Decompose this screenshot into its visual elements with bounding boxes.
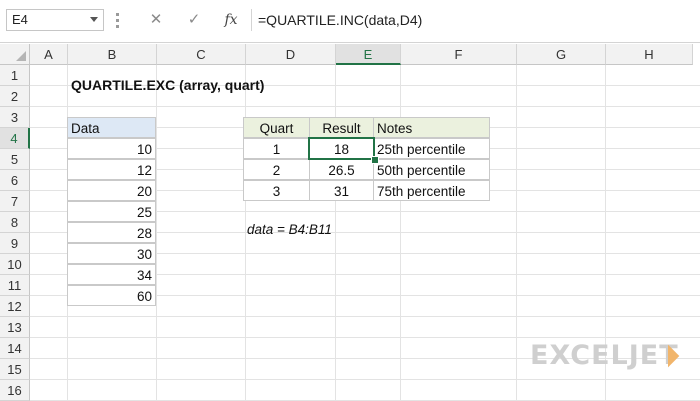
column-header-h[interactable]: H: [606, 44, 693, 65]
data-value-cell[interactable]: 34: [67, 264, 156, 285]
enter-button[interactable]: ✓: [181, 9, 207, 31]
name-box[interactable]: E4: [6, 9, 104, 31]
note-value-cell[interactable]: 50th percentile: [373, 159, 490, 180]
select-all-button[interactable]: [0, 44, 30, 65]
row-header-9[interactable]: 9: [0, 233, 30, 254]
gridline-horizontal: [30, 379, 700, 380]
formula-bar: E4 ✕ ✓ fx =QUARTILE.INC(data,D4): [0, 0, 700, 43]
row-header-14[interactable]: 14: [0, 338, 30, 359]
insert-function-button[interactable]: fx: [218, 9, 244, 31]
column-header-c[interactable]: C: [157, 44, 246, 65]
result-header-cell[interactable]: Result: [309, 117, 374, 138]
data-header-cell[interactable]: Data: [67, 117, 156, 138]
row-header-16[interactable]: 16: [0, 380, 30, 401]
active-cell-border[interactable]: [308, 137, 375, 160]
data-value-cell[interactable]: 25: [67, 201, 156, 222]
drag-handle-icon[interactable]: [115, 10, 121, 30]
row-header-2[interactable]: 2: [0, 86, 30, 107]
gridline-horizontal: [30, 106, 700, 107]
column-header-g[interactable]: G: [517, 44, 606, 65]
data-value-cell[interactable]: 20: [67, 180, 156, 201]
column-header-d[interactable]: D: [246, 44, 336, 65]
gridline-horizontal: [30, 316, 700, 317]
quart-header-cell[interactable]: Quart: [243, 117, 310, 138]
named-range-note-cell[interactable]: data = B4:B11: [244, 219, 384, 240]
row-header-7[interactable]: 7: [0, 191, 30, 212]
gridline-horizontal: [30, 337, 700, 338]
row-header-4[interactable]: 4: [0, 128, 30, 149]
select-all-icon: [16, 51, 26, 61]
row-header-1[interactable]: 1: [0, 65, 30, 86]
quart-value-cell[interactable]: 2: [243, 159, 310, 180]
column-header-e[interactable]: E: [336, 44, 401, 65]
column-header-f[interactable]: F: [401, 44, 517, 65]
data-value-cell[interactable]: 10: [67, 138, 156, 159]
notes-header-cell[interactable]: Notes: [373, 117, 490, 138]
quart-value-cell[interactable]: 1: [243, 138, 310, 159]
quart-value-cell[interactable]: 3: [243, 180, 310, 201]
data-value-cell[interactable]: 12: [67, 159, 156, 180]
data-value-cell[interactable]: 60: [67, 285, 156, 306]
fill-handle[interactable]: [371, 156, 379, 164]
row-header-13[interactable]: 13: [0, 317, 30, 338]
data-value-cell[interactable]: 30: [67, 243, 156, 264]
row-header-11[interactable]: 11: [0, 275, 30, 296]
data-value-cell[interactable]: 28: [67, 222, 156, 243]
sheet-title-cell[interactable]: QUARTILE.EXC (array, quart): [68, 75, 328, 96]
row-header-12[interactable]: 12: [0, 296, 30, 317]
result-value-cell[interactable]: 26.5: [309, 159, 374, 180]
note-value-cell[interactable]: 25th percentile: [373, 138, 490, 159]
row-header-8[interactable]: 8: [0, 212, 30, 233]
column-header-b[interactable]: B: [68, 44, 157, 65]
row-header-5[interactable]: 5: [0, 149, 30, 170]
row-header-15[interactable]: 15: [0, 359, 30, 380]
name-box-value: E4: [12, 12, 28, 27]
row-header-6[interactable]: 6: [0, 170, 30, 191]
cancel-button[interactable]: ✕: [143, 9, 169, 31]
result-value-cell[interactable]: 31: [309, 180, 374, 201]
column-header-a[interactable]: A: [30, 44, 68, 65]
chevron-down-icon[interactable]: [90, 17, 98, 22]
note-value-cell[interactable]: 75th percentile: [373, 180, 490, 201]
row-header-10[interactable]: 10: [0, 254, 30, 275]
formula-input[interactable]: =QUARTILE.INC(data,D4): [251, 9, 700, 31]
row-header-3[interactable]: 3: [0, 107, 30, 128]
